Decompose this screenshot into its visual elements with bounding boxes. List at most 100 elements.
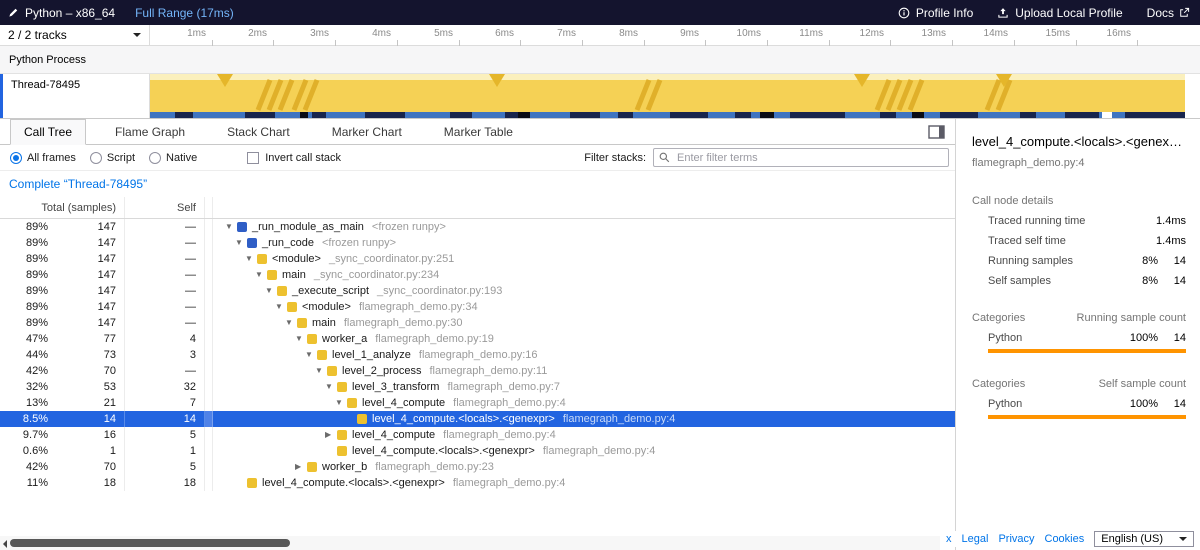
tracks-dropdown-button[interactable]: 2 / 2 tracks bbox=[0, 25, 150, 45]
detail-label: Running samples bbox=[972, 255, 1120, 267]
invert-call-stack-checkbox[interactable] bbox=[247, 152, 259, 164]
horizontal-scrollbar[interactable] bbox=[0, 536, 940, 550]
tab-flame-graph[interactable]: Flame Graph bbox=[102, 119, 198, 144]
category-value: 14 bbox=[1158, 398, 1186, 410]
scrollbar-thumb[interactable] bbox=[10, 539, 290, 547]
function-name: main bbox=[312, 317, 336, 329]
twisty-expanded[interactable]: ▼ bbox=[325, 379, 337, 395]
file-location: _sync_coordinator.py:193 bbox=[377, 285, 502, 297]
sidebar-toggle-button[interactable] bbox=[928, 119, 945, 144]
scroll-left-arrow-icon[interactable] bbox=[3, 540, 7, 548]
category-strip bbox=[205, 219, 213, 235]
file-location: flamegraph_demo.py:19 bbox=[375, 333, 494, 345]
category-bar bbox=[988, 349, 1186, 353]
radio-native-label[interactable]: Native bbox=[166, 152, 197, 164]
tab-marker-table[interactable]: Marker Table bbox=[431, 119, 526, 144]
thread-track-label[interactable]: Thread-78495 bbox=[0, 74, 150, 118]
tree-row[interactable]: 42%705▶worker_bflamegraph_demo.py:23 bbox=[0, 459, 955, 475]
twisty-expanded[interactable]: ▼ bbox=[245, 251, 257, 267]
detail-pct: 8% bbox=[1120, 255, 1158, 267]
chevron-down-icon bbox=[133, 33, 141, 41]
tree-row[interactable]: 89%147—▼<module>_sync_coordinator.py:251 bbox=[0, 251, 955, 267]
profile-info-button[interactable]: Profile Info bbox=[898, 6, 973, 20]
sidebar-node-title: level_4_compute.<locals>.<genexpr> bbox=[972, 134, 1186, 149]
tree-row[interactable]: 47%774▼worker_aflamegraph_demo.py:19 bbox=[0, 331, 955, 347]
twisty-expanded[interactable]: ▼ bbox=[255, 267, 267, 283]
footer-link-legal[interactable]: Legal bbox=[962, 533, 989, 545]
upload-icon bbox=[997, 7, 1009, 19]
tree-row[interactable]: 9.7%165▶level_4_computeflamegraph_demo.p… bbox=[0, 427, 955, 443]
category-pct: 100% bbox=[1120, 332, 1158, 344]
twisty-expanded[interactable]: ▼ bbox=[225, 219, 237, 235]
tab-call-tree[interactable]: Call Tree bbox=[10, 119, 86, 145]
tree-row[interactable]: 89%147—▼mainflamegraph_demo.py:30 bbox=[0, 315, 955, 331]
tree-row[interactable]: 44%733▼level_1_analyzeflamegraph_demo.py… bbox=[0, 347, 955, 363]
breadcrumb[interactable]: Complete “Thread-78495” bbox=[9, 177, 147, 191]
tree-row[interactable]: 32%5332▼level_3_transformflamegraph_demo… bbox=[0, 379, 955, 395]
categories-label: Categories bbox=[972, 312, 1077, 324]
tab-marker-chart[interactable]: Marker Chart bbox=[319, 119, 415, 144]
tree-row[interactable]: 13%217▼level_4_computeflamegraph_demo.py… bbox=[0, 395, 955, 411]
radio-script[interactable] bbox=[90, 152, 102, 164]
tree-row[interactable]: 8.5%1414level_4_compute.<locals>.<genexp… bbox=[0, 411, 955, 427]
ruler-tick-label: 13ms bbox=[889, 28, 949, 39]
twisty-expanded[interactable]: ▼ bbox=[315, 363, 327, 379]
category-bar-fill bbox=[988, 349, 1186, 353]
radio-script-label[interactable]: Script bbox=[107, 152, 135, 164]
process-track-header[interactable]: Python Process bbox=[0, 46, 1200, 74]
tree-row[interactable]: 0.6%11level_4_compute.<locals>.<genexpr>… bbox=[0, 443, 955, 459]
invert-call-stack-label[interactable]: Invert call stack bbox=[265, 152, 341, 164]
tree-row[interactable]: 42%70—▼level_2_processflamegraph_demo.py… bbox=[0, 363, 955, 379]
profile-name-button[interactable]: Python – x86_64 bbox=[8, 6, 135, 20]
file-location: flamegraph_demo.py:4 bbox=[453, 477, 566, 489]
twisty-collapsed[interactable]: ▶ bbox=[325, 427, 337, 443]
language-select[interactable]: English (US) bbox=[1094, 531, 1194, 547]
twisty-expanded[interactable]: ▼ bbox=[305, 347, 317, 363]
function-name: _run_code bbox=[262, 237, 314, 249]
twisty-expanded[interactable]: ▼ bbox=[335, 395, 347, 411]
detail-row: Running samples 8% 14 bbox=[972, 255, 1186, 267]
tree-row[interactable]: 89%147—▼_run_module_as_main<frozen runpy… bbox=[0, 219, 955, 235]
twisty-expanded[interactable]: ▼ bbox=[275, 299, 287, 315]
twisty-expanded[interactable]: ▼ bbox=[285, 315, 297, 331]
category-value: 14 bbox=[1158, 332, 1186, 344]
tree-row[interactable]: 89%147—▼_execute_script_sync_coordinator… bbox=[0, 283, 955, 299]
tab-stack-chart[interactable]: Stack Chart bbox=[214, 119, 303, 144]
ruler-tick-label: 15ms bbox=[1013, 28, 1073, 39]
tree-row[interactable]: 89%147—▼_run_code<frozen runpy> bbox=[0, 235, 955, 251]
radio-all-frames[interactable] bbox=[10, 152, 22, 164]
footer-close-link[interactable]: x bbox=[946, 533, 952, 545]
detail-label: Self samples bbox=[972, 275, 1120, 287]
twisty-collapsed[interactable]: ▶ bbox=[295, 459, 307, 475]
app-header: Python – x86_64 Full Range (17ms) Profil… bbox=[0, 0, 1200, 25]
twisty-expanded[interactable]: ▼ bbox=[235, 235, 247, 251]
category-row: Python 100% 14 bbox=[972, 332, 1186, 344]
docs-button[interactable]: Docs bbox=[1147, 6, 1190, 20]
categories-label: Categories bbox=[972, 378, 1099, 390]
tree-row[interactable]: 11%1818level_4_compute.<locals>.<genexpr… bbox=[0, 475, 955, 491]
file-location: flamegraph_demo.py:4 bbox=[443, 429, 556, 441]
radio-all-frames-label[interactable]: All frames bbox=[27, 152, 76, 164]
full-range-link[interactable]: Full Range (17ms) bbox=[135, 6, 234, 20]
twisty-expanded[interactable]: ▼ bbox=[265, 283, 277, 299]
app-footer: x Legal Privacy Cookies English (US) bbox=[940, 531, 1194, 547]
radio-native[interactable] bbox=[149, 152, 161, 164]
function-name: level_4_compute.<locals>.<genexpr> bbox=[352, 445, 535, 457]
footer-link-cookies[interactable]: Cookies bbox=[1045, 533, 1085, 545]
category-bar bbox=[988, 415, 1186, 419]
frame-category-square bbox=[347, 398, 357, 408]
twisty-expanded[interactable]: ▼ bbox=[295, 331, 307, 347]
footer-link-privacy[interactable]: Privacy bbox=[998, 533, 1034, 545]
filter-search-input[interactable] bbox=[675, 151, 943, 165]
sidebar-node-file: flamegraph_demo.py:4 bbox=[972, 157, 1186, 169]
ruler-tick-label: 8ms bbox=[581, 28, 641, 39]
column-header-self: Self bbox=[125, 197, 205, 218]
function-name: main bbox=[282, 269, 306, 281]
frame-category-square bbox=[257, 254, 267, 264]
tree-row[interactable]: 89%147—▼<module>flamegraph_demo.py:34 bbox=[0, 299, 955, 315]
category-strip bbox=[205, 459, 213, 475]
upload-label: Upload Local Profile bbox=[1015, 6, 1122, 20]
tree-row[interactable]: 89%147—▼main_sync_coordinator.py:234 bbox=[0, 267, 955, 283]
upload-profile-button[interactable]: Upload Local Profile bbox=[997, 6, 1122, 20]
thread-activity-graph[interactable] bbox=[150, 74, 1185, 118]
